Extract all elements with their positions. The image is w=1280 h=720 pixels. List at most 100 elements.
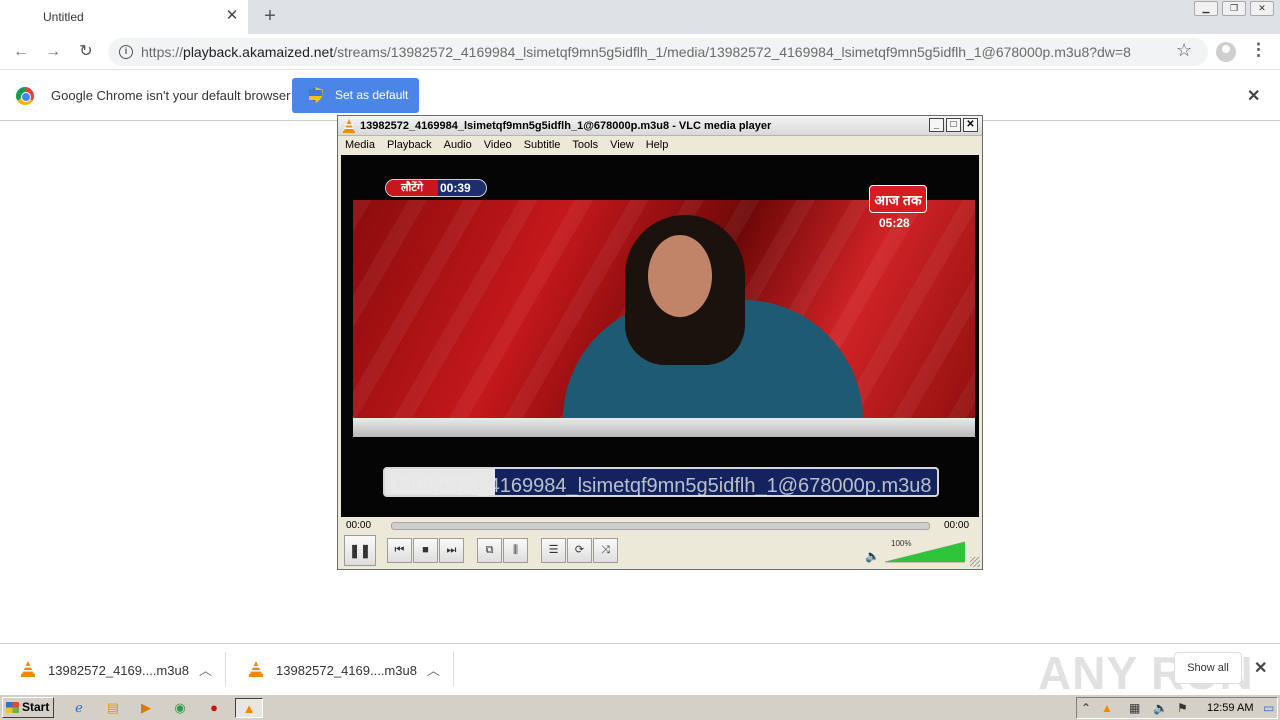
reload-icon[interactable]: ↻: [75, 41, 97, 63]
navigation-bar: ← → ↻ i https://playback.akamaized.net/s…: [0, 34, 1280, 70]
menu-playback[interactable]: Playback: [387, 137, 432, 154]
new-tab-icon[interactable]: +: [260, 6, 280, 26]
media-filename-overlay: 13982572_4169984_lsimetqf9mn5g5idflh_1@6…: [388, 475, 932, 497]
download-item[interactable]: 13982572_4169....m3u8 ︿: [0, 652, 226, 686]
taskbar: Start ℯ ▤ ▶ ◉ ● ▲ ⌃ ▲ ▦ 🔈 ⚑ 12:59 AM ▭: [0, 694, 1280, 720]
bookmark-star-icon[interactable]: ☆: [1176, 40, 1192, 61]
close-shelf-icon[interactable]: ✕: [1254, 658, 1267, 678]
extended-settings-button[interactable]: ⫼: [503, 538, 528, 563]
resize-grip[interactable]: [970, 557, 980, 567]
video-area[interactable]: लौटेंगे 00:39 आज तक 05:28 13982572_41699…: [341, 155, 979, 517]
menu-media[interactable]: Media: [345, 137, 375, 154]
tab-untitled[interactable]: Untitled ✕: [0, 0, 248, 34]
countdown-label: लौटेंगे: [386, 180, 438, 196]
internet-explorer-icon[interactable]: ℯ: [68, 698, 90, 718]
playlist-button[interactable]: ☰: [541, 538, 566, 563]
speaker-icon[interactable]: 🔈: [865, 549, 880, 563]
system-tray: ⌃ ▲ ▦ 🔈 ⚑ 12:59 AM ▭: [1076, 697, 1278, 719]
close-tab-icon[interactable]: ✕: [224, 8, 240, 24]
shield-icon: [308, 87, 323, 103]
profile-avatar[interactable]: [1216, 42, 1236, 62]
menu-tools[interactable]: Tools: [572, 137, 598, 154]
stop-button[interactable]: ■: [413, 538, 438, 563]
volume-percent: 100%: [891, 539, 912, 548]
chevron-up-icon[interactable]: ︿: [199, 660, 212, 679]
url-text[interactable]: https://playback.akamaized.net/streams/1…: [141, 44, 1131, 60]
infobar-message: Google Chrome isn't your default browser: [51, 88, 291, 103]
vlc-cone-icon: [343, 119, 355, 133]
url-path: /streams/13982572_4169984_lsimetqf9mn5g5…: [333, 44, 1131, 60]
forward-icon[interactable]: →: [42, 41, 64, 63]
chrome-taskbar-icon[interactable]: ◉: [169, 698, 191, 718]
remaining-time: 00:00: [944, 520, 970, 531]
vlc-menu-bar: Media Playback Audio Video Subtitle Tool…: [338, 137, 982, 154]
menu-subtitle[interactable]: Subtitle: [524, 137, 561, 154]
previous-button[interactable]: ⏮: [387, 538, 412, 563]
vlc-taskbar-button[interactable]: ▲: [235, 698, 263, 718]
menu-view[interactable]: View: [610, 137, 634, 154]
next-button[interactable]: ⏭: [439, 538, 464, 563]
set-as-default-button[interactable]: Set as default: [292, 78, 419, 113]
show-desktop-icon[interactable]: ▭: [1263, 701, 1274, 715]
seek-slider[interactable]: [391, 522, 930, 530]
vlc-controls: ❚❚ ⏮ ■ ⏭ ⧉ ⫼ ☰ ⟳ ⤨ 🔈 100%: [338, 534, 982, 569]
menu-help[interactable]: Help: [646, 137, 669, 154]
fullscreen-button[interactable]: ⧉: [477, 538, 502, 563]
vlc-minimize-icon[interactable]: _: [929, 118, 944, 132]
vlc-file-icon: [249, 661, 263, 677]
news-studio-frame: [353, 200, 975, 437]
chrome-menu-icon[interactable]: ⋮: [1250, 40, 1267, 60]
countdown-badge: लौटेंगे 00:39: [385, 179, 487, 197]
restore-icon[interactable]: ❐: [1222, 1, 1246, 16]
url-scheme: https://: [141, 44, 184, 60]
loop-button[interactable]: ⟳: [567, 538, 592, 563]
opera-icon[interactable]: ●: [203, 698, 225, 718]
elapsed-time: 00:00: [346, 520, 372, 531]
download-filename: 13982572_4169....m3u8: [48, 663, 189, 678]
channel-logo: आज तक: [869, 185, 927, 213]
start-label: Start: [22, 700, 50, 714]
anchor-face: [648, 235, 712, 317]
explorer-folder-icon[interactable]: ▤: [102, 698, 124, 718]
tray-expand-icon[interactable]: ⌃: [1081, 701, 1091, 715]
taskbar-clock: 12:59 AM: [1207, 702, 1254, 714]
close-window-icon[interactable]: ✕: [1250, 1, 1274, 16]
seek-row: 00:00 00:00: [338, 518, 982, 534]
chrome-logo-icon: [16, 87, 34, 105]
download-item[interactable]: 13982572_4169....m3u8 ︿: [228, 652, 454, 686]
back-icon[interactable]: ←: [10, 41, 32, 63]
url-host: playback.akamaized.net: [183, 44, 334, 60]
channel-clock: 05:28: [879, 216, 910, 230]
chevron-up-icon[interactable]: ︿: [427, 660, 440, 679]
pause-button[interactable]: ❚❚: [344, 535, 376, 566]
menu-video[interactable]: Video: [484, 137, 512, 154]
vlc-window-controls: _ □ ✕: [927, 118, 978, 132]
address-bar[interactable]: i https://playback.akamaized.net/streams…: [108, 38, 1208, 66]
close-infobar-icon[interactable]: ✕: [1247, 86, 1260, 106]
countdown-time: 00:39: [440, 181, 471, 195]
vlc-close-icon[interactable]: ✕: [963, 118, 978, 132]
start-button[interactable]: Start: [2, 697, 54, 718]
windows-logo-icon: [6, 702, 19, 713]
menu-audio[interactable]: Audio: [444, 137, 472, 154]
network-icon[interactable]: ▦: [1129, 701, 1140, 715]
vlc-file-icon: [21, 661, 35, 677]
minimize-icon[interactable]: ▁: [1194, 1, 1218, 16]
vlc-window-title: 13982572_4169984_lsimetqf9mn5g5idflh_1@6…: [360, 120, 772, 132]
vlc-window: 13982572_4169984_lsimetqf9mn5g5idflh_1@6…: [337, 115, 983, 570]
shuffle-button[interactable]: ⤨: [593, 538, 618, 563]
action-center-flag-icon[interactable]: ⚑: [1177, 701, 1188, 715]
site-info-icon[interactable]: i: [119, 45, 133, 59]
media-player-icon[interactable]: ▶: [135, 698, 157, 718]
tab-title: Untitled: [43, 10, 84, 24]
vlc-titlebar[interactable]: 13982572_4169984_lsimetqf9mn5g5idflh_1@6…: [338, 116, 982, 136]
show-all-button[interactable]: Show all: [1174, 652, 1242, 684]
vlc-maximize-icon[interactable]: □: [946, 118, 961, 132]
download-shelf: 13982572_4169....m3u8 ︿ 13982572_4169...…: [0, 643, 1280, 699]
tab-strip: Untitled ✕ + ▁ ❐ ✕: [0, 0, 1280, 34]
window-controls: ▁ ❐ ✕: [1190, 1, 1274, 16]
news-desk: [353, 418, 975, 437]
download-filename: 13982572_4169....m3u8: [276, 663, 417, 678]
vlc-tray-icon[interactable]: ▲: [1101, 701, 1113, 715]
volume-tray-icon[interactable]: 🔈: [1153, 701, 1168, 715]
